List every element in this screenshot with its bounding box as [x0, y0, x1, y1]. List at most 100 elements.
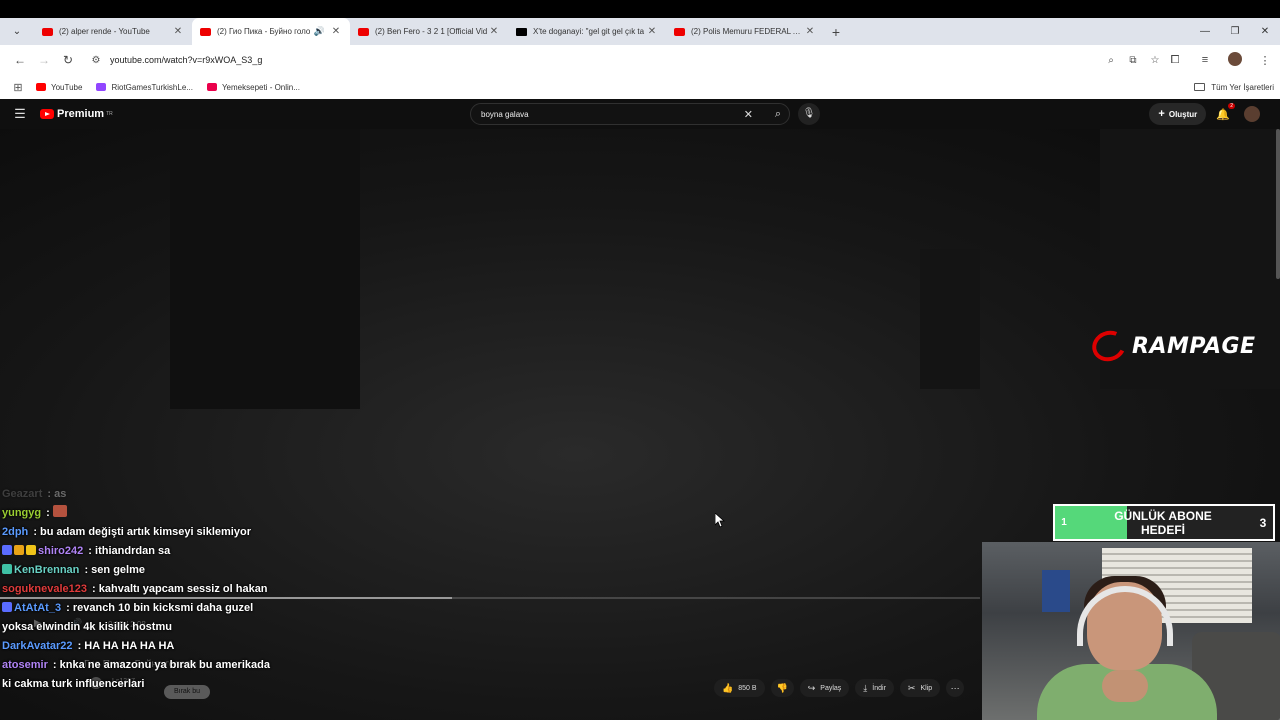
search-query[interactable]: boyna galava	[481, 110, 529, 119]
tab-4[interactable]: X'te doganayi: "gel git gel çık ta ✕	[508, 18, 666, 45]
cam-person-hand	[1102, 670, 1148, 702]
mouse-cursor-icon	[715, 513, 725, 528]
bookmark-label: RiotGamesTurkishLe...	[111, 82, 193, 92]
badge-icon	[2, 545, 12, 555]
tab-title: (2) Polis Memuru FEDERAL AJAN	[691, 27, 804, 36]
window-controls: — ❐ ✕	[1190, 18, 1280, 45]
chat-text: : HA HA HA HA HA	[74, 640, 175, 652]
url-text[interactable]: youtube.com/watch?v=r9xWOA_S3_g	[110, 55, 262, 65]
youtube-favicon	[42, 27, 53, 36]
back-icon[interactable]: ←	[8, 53, 32, 67]
like-count: 850 B	[738, 684, 757, 692]
download-button[interactable]: ⤓ İndir	[855, 679, 894, 697]
bookmark-label: YouTube	[51, 82, 83, 92]
extensions-icon[interactable]: ⧠	[1160, 54, 1190, 67]
youtube-premium-logo[interactable]: Premium TR	[40, 108, 113, 120]
chat-text: : kahvaltı yapcam sessiz ol hakan	[89, 583, 268, 595]
zoom-icon[interactable]: ⌕	[1100, 55, 1122, 66]
page-scrollbar[interactable]	[1276, 129, 1280, 279]
profile-avatar[interactable]	[1220, 51, 1250, 69]
thumbs-up-icon: 👍	[722, 682, 734, 693]
minimize-icon[interactable]: —	[1190, 18, 1220, 45]
tab-2[interactable]: (2) Гио Пика - Буйно голо 🔊 ✕	[192, 18, 350, 45]
video-actions: 👍 850 B 👎 ↪ Paylaş ⤓ İndir ✂ Klip ⋯	[714, 679, 965, 697]
close-tab-icon[interactable]: ✕	[804, 26, 816, 37]
share-button[interactable]: ↪ Paylaş	[799, 679, 850, 697]
youtube-favicon	[200, 27, 211, 36]
bell-icon: 🔔	[1216, 108, 1230, 121]
tab-1[interactable]: (2) alper rende - YouTube ✕	[34, 18, 192, 45]
address-bar[interactable]: ⚙ youtube.com/watch?v=r9xWOA_S3_g ⌕ ⧉ ☆	[86, 48, 1166, 72]
subscriber-goal-widget: 1 GÜNLÜK ABONE HEDEFİ 3	[1053, 504, 1275, 541]
search-icon[interactable]: ⌕	[775, 108, 781, 121]
browser-toolbar: ← → ↻ ⚙ youtube.com/watch?v=r9xWOA_S3_g …	[0, 45, 1280, 75]
chat-username: AtAtAt_3	[14, 602, 62, 614]
bookmark-yemeksepeti[interactable]: Yemeksepeti - Onlin...	[206, 83, 300, 92]
close-tab-icon[interactable]: ✕	[172, 26, 184, 37]
chat-text: : bu adam değişti artık kimseyi siklemiy…	[30, 526, 251, 538]
youtube-favicon	[36, 83, 46, 91]
speaker-icon[interactable]: 🔊	[314, 26, 325, 37]
header-actions: + Oluştur 🔔 2	[1149, 102, 1260, 125]
download-label: İndir	[872, 684, 886, 692]
menu-hamburger-icon[interactable]: ☰	[0, 106, 40, 122]
account-avatar[interactable]	[1244, 106, 1260, 122]
chat-username: Geazart	[2, 488, 43, 500]
chat-message: yungyg :	[2, 504, 272, 523]
search-input[interactable]: boyna galava ✕ ⌕	[470, 103, 790, 125]
bookmark-youtube[interactable]: YouTube	[36, 83, 82, 92]
all-bookmarks-button[interactable]: Tüm Yer İşaretleri	[1194, 75, 1274, 99]
install-app-icon[interactable]: ⧉	[1122, 55, 1144, 66]
site-info-icon[interactable]: ⚙	[86, 55, 106, 66]
scissors-icon: ✂	[907, 682, 916, 693]
chat-text: : as	[44, 488, 67, 500]
badge-icon	[26, 545, 36, 555]
chat-text: : sen gelme	[81, 564, 145, 576]
close-tab-icon[interactable]: ✕	[646, 26, 658, 37]
bookmark-riot[interactable]: RiotGamesTurkishLe...	[96, 83, 193, 92]
more-actions-icon[interactable]: ⋯	[946, 679, 965, 697]
tab-3[interactable]: (2) Ben Fero - 3 2 1 [Official Vid ✕	[350, 18, 508, 45]
rampage-swirl-icon	[1087, 326, 1131, 366]
tab-title: (2) Гио Пика - Буйно голо	[217, 27, 311, 36]
tab-title: (2) alper rende - YouTube	[59, 27, 150, 36]
youtube-play-icon	[40, 109, 54, 119]
sponsor-logo: RAMPAGE	[1087, 326, 1256, 366]
close-tab-icon[interactable]: ✕	[330, 26, 342, 37]
restore-icon[interactable]: ❐	[1220, 18, 1250, 45]
tab-5[interactable]: (2) Polis Memuru FEDERAL AJAN ✕	[666, 18, 824, 45]
dislike-button[interactable]: 👎	[770, 679, 794, 697]
close-tab-icon[interactable]: ✕	[488, 26, 500, 37]
badge-icon	[2, 564, 12, 574]
chat-overlay: Geazart : as yungyg : 2dph : bu adam değ…	[2, 485, 272, 694]
x-favicon	[516, 27, 527, 36]
chat-text: :	[43, 507, 53, 519]
media-icon[interactable]: ≡	[1190, 54, 1220, 66]
address-bar-icons: ⌕ ⧉ ☆	[1100, 48, 1166, 72]
share-icon: ↪	[807, 682, 816, 693]
clear-search-icon[interactable]: ✕	[744, 108, 753, 121]
chat-username: KenBrennan	[14, 564, 80, 576]
close-window-icon[interactable]: ✕	[1250, 18, 1280, 45]
notifications-button[interactable]: 🔔 2	[1216, 102, 1235, 121]
tab-title: X'te doganayi: "gel git gel çık ta	[533, 27, 645, 36]
clip-label: Klip	[920, 684, 933, 692]
reload-icon[interactable]: ↻	[56, 53, 80, 67]
tab-search-button[interactable]: ⌄	[0, 18, 34, 45]
apps-grid-icon[interactable]: ⊞	[0, 81, 36, 94]
share-label: Paylaş	[820, 684, 842, 692]
logo-country: TR	[106, 111, 113, 117]
notification-badge: 2	[1228, 102, 1235, 109]
clip-button[interactable]: ✂ Klip	[899, 679, 941, 697]
chat-username: shiro242	[38, 545, 84, 557]
voice-search-icon[interactable]: 🎙	[798, 103, 820, 125]
new-tab-button[interactable]: +	[824, 24, 848, 40]
forward-icon[interactable]: →	[32, 53, 56, 67]
like-button[interactable]: 👍 850 B	[714, 679, 765, 697]
twitch-favicon	[96, 83, 107, 91]
menu-icon[interactable]: ⋮	[1250, 54, 1280, 67]
thumbs-down-icon: 👎	[776, 682, 788, 693]
create-button[interactable]: + Oluştur	[1149, 103, 1207, 125]
chat-username: atosemir	[2, 659, 48, 671]
all-bookmarks-label: Tüm Yer İşaretleri	[1211, 82, 1274, 92]
